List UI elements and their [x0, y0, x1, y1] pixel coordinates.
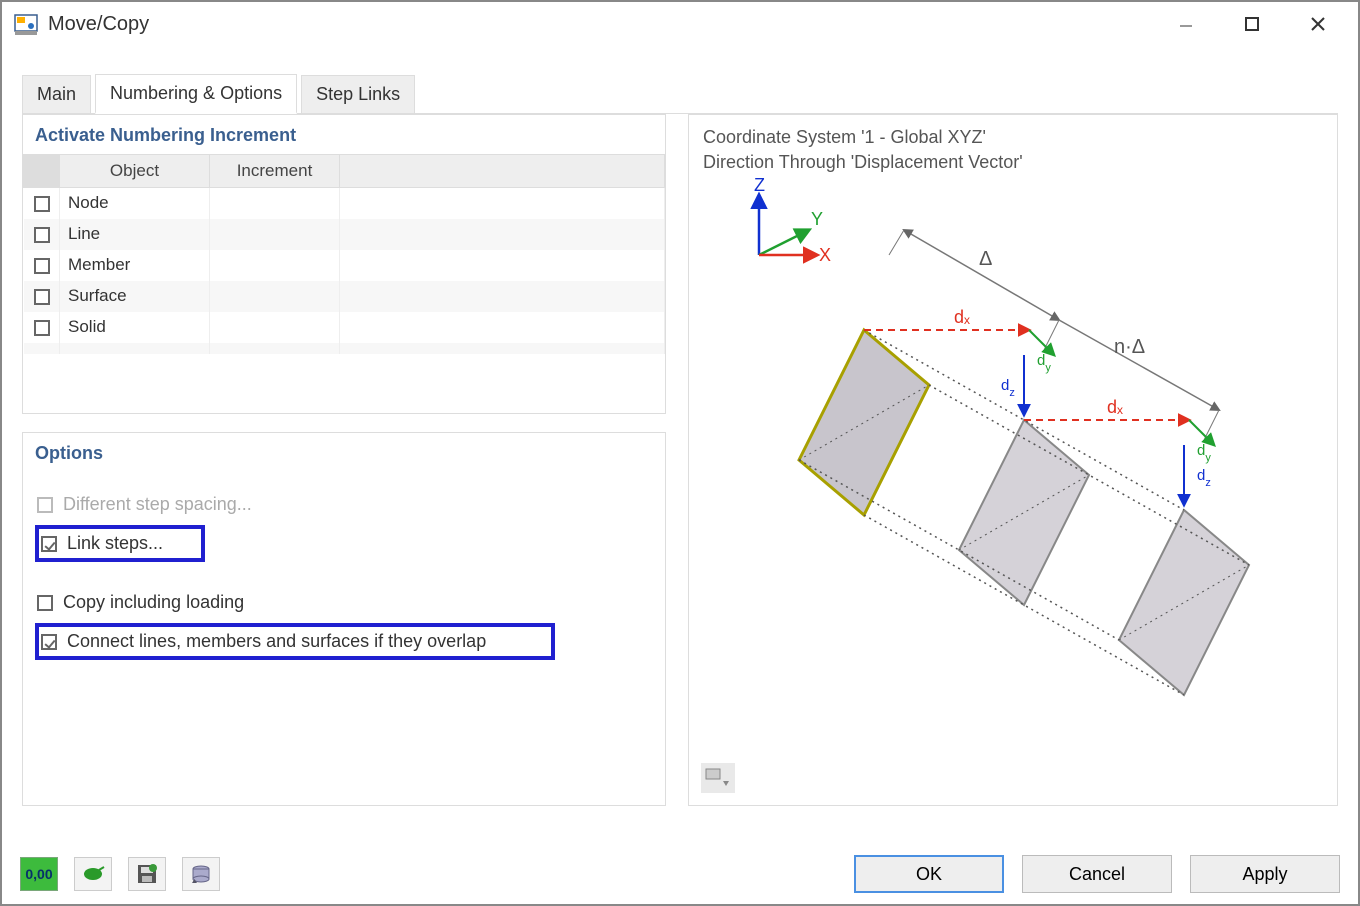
col-increment: Increment — [210, 155, 340, 188]
maximize-button[interactable] — [1234, 10, 1270, 38]
options-panel: Options Different step spacing... Link s… — [22, 432, 666, 806]
svg-text:dₓ: dₓ — [954, 307, 970, 327]
option-label: Connect lines, members and surfaces if t… — [67, 631, 486, 652]
app-icon — [14, 12, 38, 36]
increment-cell[interactable] — [210, 250, 340, 281]
checkbox-link-steps[interactable] — [41, 536, 57, 552]
row-label: Line — [60, 219, 210, 250]
option-different-step-spacing: Different step spacing... — [35, 490, 653, 519]
table-row: Solid — [24, 312, 665, 343]
bottom-bar: 0,00 OK Cancel Apply — [2, 844, 1358, 904]
increment-cell[interactable] — [210, 281, 340, 312]
increment-cell[interactable] — [210, 188, 340, 219]
checkbox-diff-step — [37, 497, 53, 513]
svg-text:n·Δ: n·Δ — [1114, 336, 1145, 358]
numbering-table: Object Increment Node Line — [23, 154, 665, 354]
checkbox-line[interactable] — [34, 227, 50, 243]
svg-text:dz: dz — [1001, 377, 1015, 399]
checkbox-copy-loading[interactable] — [37, 595, 53, 611]
title-bar: Move/Copy — [2, 2, 1358, 46]
row-label: Node — [60, 188, 210, 219]
increment-cell[interactable] — [210, 219, 340, 250]
svg-text:dₓ: dₓ — [1107, 397, 1123, 417]
checkbox-surface[interactable] — [34, 289, 50, 305]
option-label: Link steps... — [67, 533, 163, 554]
preview-settings-icon[interactable] — [701, 763, 735, 793]
row-label: Member — [60, 250, 210, 281]
tab-bar: Main Numbering & Options Step Links — [22, 74, 1338, 114]
svg-text:X: X — [819, 245, 831, 265]
option-label: Copy including loading — [63, 592, 244, 613]
preview-diagram: Z Y X Δ n·Δ — [699, 175, 1309, 735]
table-row: Node — [24, 188, 665, 219]
svg-text:Y: Y — [811, 209, 823, 229]
options-header: Options — [23, 433, 665, 472]
apply-button[interactable]: Apply — [1190, 855, 1340, 893]
svg-text:Δ: Δ — [979, 248, 992, 270]
numbering-increment-header: Activate Numbering Increment — [23, 115, 665, 154]
tab-main[interactable]: Main — [22, 75, 91, 113]
svg-text:dz: dz — [1197, 467, 1211, 489]
window-title: Move/Copy — [48, 13, 1168, 36]
tab-numbering-options[interactable]: Numbering & Options — [95, 74, 297, 114]
numbering-increment-panel: Activate Numbering Increment Object Incr… — [22, 114, 666, 414]
tool-decimals-icon[interactable]: 0,00 — [20, 857, 58, 891]
row-label: Solid — [60, 312, 210, 343]
preview-panel: Coordinate System '1 - Global XYZ' Direc… — [688, 114, 1338, 806]
option-label: Different step spacing... — [63, 494, 252, 515]
table-row: Line — [24, 219, 665, 250]
checkbox-node[interactable] — [34, 196, 50, 212]
option-copy-loading[interactable]: Copy including loading — [35, 588, 653, 617]
svg-text:Z: Z — [754, 175, 765, 195]
tab-step-links[interactable]: Step Links — [301, 75, 415, 113]
option-connect-overlap[interactable]: Connect lines, members and surfaces if t… — [35, 623, 555, 660]
table-row: Surface — [24, 281, 665, 312]
preview-coordinate-system: Coordinate System '1 - Global XYZ' — [703, 125, 1323, 150]
svg-text:dy: dy — [1037, 352, 1051, 374]
tool-db-icon[interactable] — [182, 857, 220, 891]
table-row: Member — [24, 250, 665, 281]
checkbox-member[interactable] — [34, 258, 50, 274]
row-label: Surface — [60, 281, 210, 312]
col-object: Object — [60, 155, 210, 188]
ok-button[interactable]: OK — [854, 855, 1004, 893]
checkbox-solid[interactable] — [34, 320, 50, 336]
cancel-button[interactable]: Cancel — [1022, 855, 1172, 893]
increment-cell[interactable] — [210, 312, 340, 343]
tool-save-icon[interactable] — [128, 857, 166, 891]
svg-text:dy: dy — [1197, 442, 1211, 464]
preview-direction: Direction Through 'Displacement Vector' — [703, 150, 1323, 175]
minimize-button[interactable] — [1168, 10, 1204, 38]
checkbox-connect-overlap[interactable] — [41, 634, 57, 650]
tool-green-icon[interactable] — [74, 857, 112, 891]
option-link-steps[interactable]: Link steps... — [35, 525, 205, 562]
close-button[interactable] — [1300, 10, 1336, 38]
